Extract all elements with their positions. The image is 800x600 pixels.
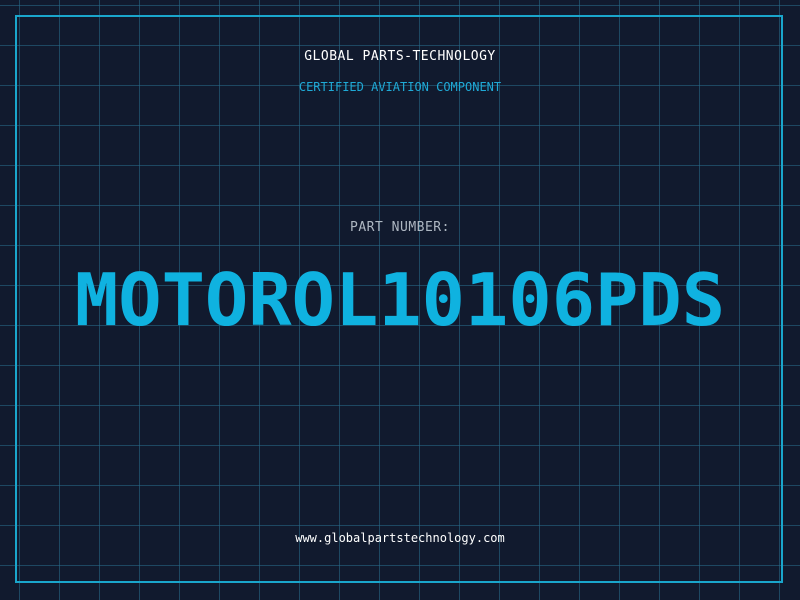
part-number-value: MOTOROL10106PDS bbox=[74, 258, 726, 342]
website-url: www.globalpartstechnology.com bbox=[295, 531, 505, 545]
company-name: GLOBAL PARTS-TECHNOLOGY bbox=[304, 49, 496, 64]
certification-subtitle: CERTIFIED AVIATION COMPONENT bbox=[298, 80, 502, 94]
part-number-label: PART NUMBER: bbox=[350, 220, 450, 235]
part-card: GLOBAL PARTS-TECHNOLOGY CERTIFIED AVIATI… bbox=[0, 0, 800, 600]
